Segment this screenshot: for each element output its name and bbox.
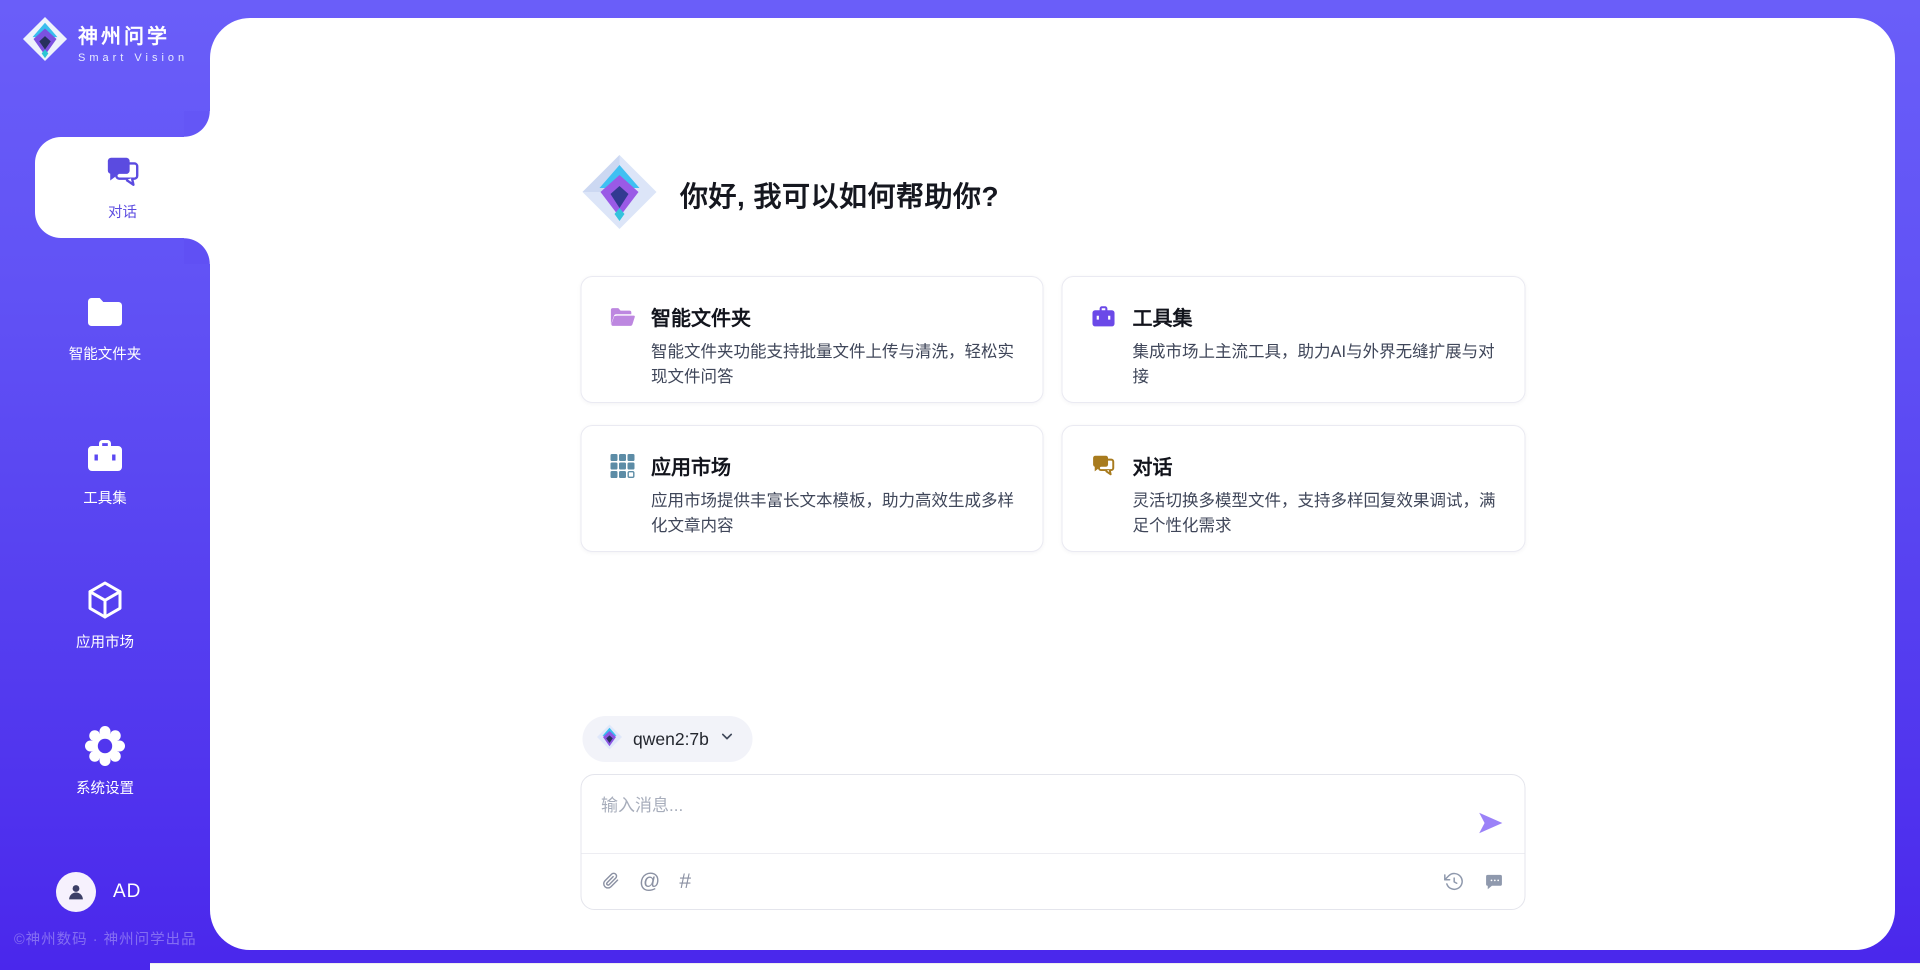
send-button[interactable] — [1476, 809, 1504, 837]
mention-icon[interactable]: @ — [639, 871, 660, 892]
toolbox-icon — [85, 434, 125, 478]
open-folder-icon — [609, 304, 635, 330]
attachment-icon[interactable] — [601, 872, 620, 891]
gear-icon — [83, 724, 127, 768]
sidebar-item-toolset[interactable]: 工具集 — [0, 434, 210, 508]
brand-name: 神州问学 — [78, 20, 188, 49]
send-icon — [1476, 809, 1504, 837]
sidebar-item-label: 智能文件夹 — [69, 343, 142, 364]
sidebar-item-settings[interactable]: 系统设置 — [0, 724, 210, 798]
card-description: 应用市场提供丰富长文本模板，助力高效生成多样化文章内容 — [651, 489, 1017, 539]
feature-cards: 智能文件夹 智能文件夹功能支持批量文件上传与清洗，轻松实现文件问答 工具集 集成… — [580, 276, 1525, 552]
card-chat[interactable]: 对话 灵活切换多模型文件，支持多样回复效果调试，满足个性化需求 — [1062, 425, 1526, 552]
app-logo-icon — [22, 16, 68, 67]
model-selector[interactable]: qwen2:7b — [582, 716, 753, 762]
card-toolset[interactable]: 工具集 集成市场上主流工具，助力AI与外界无缝扩展与对接 — [1062, 276, 1526, 403]
model-diamond-icon — [596, 724, 622, 755]
avatar — [56, 872, 96, 912]
chevron-down-icon — [720, 729, 735, 749]
greeting: 你好, 我可以如何帮助你? — [580, 153, 999, 236]
card-description: 灵活切换多模型文件，支持多样回复效果调试，满足个性化需求 — [1133, 489, 1499, 539]
message-input[interactable] — [601, 791, 1441, 847]
history-icon[interactable] — [1443, 871, 1464, 892]
horizontal-scrollbar[interactable] — [150, 963, 1920, 970]
card-title: 工具集 — [1133, 302, 1193, 331]
sidebar-item-smart-folder[interactable]: 智能文件夹 — [0, 290, 210, 364]
card-title: 对话 — [1133, 451, 1173, 480]
sidebar: 神州问学 Smart Vision 对话 智能文件夹 — [0, 0, 210, 970]
greeting-logo-icon — [580, 153, 658, 236]
topic-icon[interactable]: # — [679, 871, 691, 892]
card-description: 智能文件夹功能支持批量文件上传与清洗，轻松实现文件问答 — [651, 340, 1017, 390]
sidebar-item-chat[interactable]: 对话 — [35, 137, 210, 238]
main-panel: 你好, 我可以如何帮助你? 智能文件夹 智能文件夹功能支持批量文件上传与清洗，轻… — [210, 18, 1895, 950]
card-description: 集成市场上主流工具，助力AI与外界无缝扩展与对接 — [1133, 340, 1499, 390]
sidebar-footer: ©神州数码 · 神州问学出品 — [14, 928, 197, 949]
card-app-market[interactable]: 应用市场 应用市场提供丰富长文本模板，助力高效生成多样化文章内容 — [580, 425, 1044, 552]
user-profile[interactable]: AD — [56, 872, 141, 912]
sidebar-item-label: 系统设置 — [76, 777, 134, 798]
greeting-title: 你好, 我可以如何帮助你? — [680, 175, 999, 215]
app-logo: 神州问学 Smart Vision — [22, 16, 188, 67]
composer: @ # — [580, 774, 1525, 910]
model-name: qwen2:7b — [633, 729, 709, 750]
composer-toolbar: @ # — [581, 854, 1524, 909]
briefcase-icon — [1091, 304, 1117, 330]
card-smart-folder[interactable]: 智能文件夹 智能文件夹功能支持批量文件上传与清洗，轻松实现文件问答 — [580, 276, 1044, 403]
folder-icon — [85, 290, 125, 334]
sidebar-item-label: 工具集 — [83, 487, 127, 508]
user-name: AD — [113, 881, 141, 903]
brand-subtitle: Smart Vision — [78, 52, 188, 64]
chat-icon — [104, 154, 142, 194]
card-title: 应用市场 — [651, 451, 731, 480]
sidebar-item-label: 应用市场 — [76, 631, 134, 652]
feedback-icon[interactable] — [1483, 872, 1504, 892]
card-title: 智能文件夹 — [651, 302, 751, 331]
tile-cube-icon — [609, 453, 635, 479]
cube-icon — [84, 578, 126, 622]
sidebar-item-label: 对话 — [108, 201, 137, 222]
chat-bubbles-icon — [1091, 453, 1117, 479]
sidebar-item-app-market[interactable]: 应用市场 — [0, 578, 210, 652]
